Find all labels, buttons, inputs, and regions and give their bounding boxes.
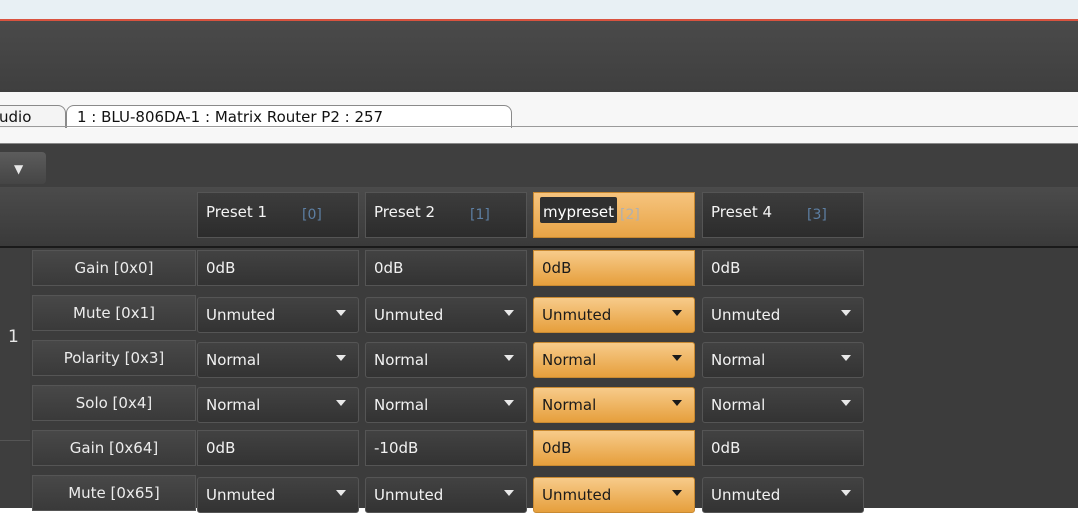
chevron-down-icon (504, 400, 514, 406)
preset-column-header[interactable]: Preset 2 [1] (365, 192, 527, 238)
value-text: Unmuted (711, 306, 781, 324)
preset-name: mypreset (540, 197, 618, 223)
value-text: 0dB (542, 439, 572, 457)
parameter-label: Gain [0x0] (32, 250, 196, 286)
group-divider (0, 440, 30, 441)
value-text: Unmuted (374, 486, 444, 504)
value-dropdown[interactable]: Normal (702, 387, 864, 423)
chevron-down-icon (336, 310, 346, 316)
preset-column-header[interactable]: Preset 1 [0] (197, 192, 359, 238)
tab-matrix-router[interactable]: 1 : BLU-806DA-1 : Matrix Router P2 : 257 (66, 105, 512, 128)
preset-column-header[interactable]: mypreset [2] (533, 192, 695, 238)
value-text: Normal (542, 396, 597, 414)
value-field[interactable]: 0dB (197, 430, 359, 466)
value-field[interactable]: 0dB (533, 250, 695, 286)
parameter-label: Solo [0x4] (32, 385, 196, 421)
value-field[interactable]: 0dB (197, 250, 359, 286)
chevron-down-icon (672, 310, 682, 316)
value-text: Unmuted (206, 486, 276, 504)
preset-name: Preset 4 (711, 203, 773, 221)
parameter-grid (0, 248, 1078, 508)
chevron-down-icon: ▼ (14, 162, 24, 176)
parameter-label: Mute [0x65] (32, 475, 196, 511)
preset-column-header[interactable]: Preset 4 [3] (702, 192, 864, 238)
chevron-down-icon (336, 355, 346, 361)
value-field[interactable]: 0dB (533, 430, 695, 466)
value-text: 0dB (206, 439, 236, 457)
chevron-down-icon (504, 310, 514, 316)
value-text: Normal (374, 396, 429, 414)
value-field[interactable]: 0dB (702, 250, 864, 286)
tab-underline (0, 126, 1078, 127)
chevron-down-icon (504, 355, 514, 361)
tab-audio[interactable]: udio (0, 105, 66, 128)
value-dropdown[interactable]: Unmuted (533, 297, 695, 333)
value-dropdown[interactable]: Normal (197, 342, 359, 378)
channel-number: 1 (8, 327, 19, 347)
value-text: 0dB (206, 259, 236, 277)
toolbar (0, 144, 1078, 187)
title-bar (0, 21, 1078, 92)
chevron-down-icon (672, 355, 682, 361)
chevron-down-icon (841, 400, 851, 406)
value-dropdown[interactable]: Unmuted (702, 297, 864, 333)
value-text: Normal (711, 396, 766, 414)
value-dropdown[interactable]: Normal (365, 387, 527, 423)
value-text: 0dB (374, 259, 404, 277)
value-field[interactable]: 0dB (365, 250, 527, 286)
value-text: Unmuted (542, 306, 612, 324)
parameter-label: Polarity [0x3] (32, 340, 196, 376)
value-text: Normal (374, 351, 429, 369)
preset-name: Preset 2 (374, 203, 436, 221)
value-dropdown[interactable]: Unmuted (197, 297, 359, 333)
preset-index: [2] (620, 207, 640, 223)
value-text: 0dB (711, 259, 741, 277)
chevron-down-icon (672, 490, 682, 496)
value-dropdown[interactable]: Normal (533, 342, 695, 378)
chevron-down-icon (841, 355, 851, 361)
value-dropdown[interactable]: Normal (197, 387, 359, 423)
value-dropdown[interactable]: Normal (365, 342, 527, 378)
channel-column (0, 248, 30, 508)
chevron-down-icon (672, 400, 682, 406)
chevron-down-icon (841, 310, 851, 316)
value-text: Unmuted (374, 306, 444, 324)
preset-index: [3] (807, 207, 827, 223)
value-text: Normal (542, 351, 597, 369)
preset-name: Preset 1 (206, 203, 268, 221)
toolbar-dropdown[interactable]: ▼ (0, 152, 46, 184)
chevron-down-icon (336, 400, 346, 406)
value-text: Unmuted (542, 486, 612, 504)
value-field[interactable]: -10dB (365, 430, 527, 466)
preset-index: [1] (470, 207, 490, 223)
value-text: -10dB (374, 439, 419, 457)
parameter-label: Gain [0x64] (32, 430, 196, 466)
chevron-down-icon (841, 490, 851, 496)
value-text: Unmuted (206, 306, 276, 324)
value-text: 0dB (542, 259, 572, 277)
value-text: Normal (711, 351, 766, 369)
value-dropdown[interactable]: Unmuted (365, 297, 527, 333)
window-top-strip (0, 0, 1078, 19)
chevron-down-icon (504, 490, 514, 496)
value-text: 0dB (711, 439, 741, 457)
value-dropdown[interactable]: Normal (702, 342, 864, 378)
preset-index: [0] (302, 207, 322, 223)
chevron-down-icon (336, 490, 346, 496)
value-text: Normal (206, 351, 261, 369)
value-dropdown[interactable]: Normal (533, 387, 695, 423)
value-field[interactable]: 0dB (702, 430, 864, 466)
value-text: Normal (206, 396, 261, 414)
value-text: Unmuted (711, 486, 781, 504)
parameter-label: Mute [0x1] (32, 295, 196, 331)
